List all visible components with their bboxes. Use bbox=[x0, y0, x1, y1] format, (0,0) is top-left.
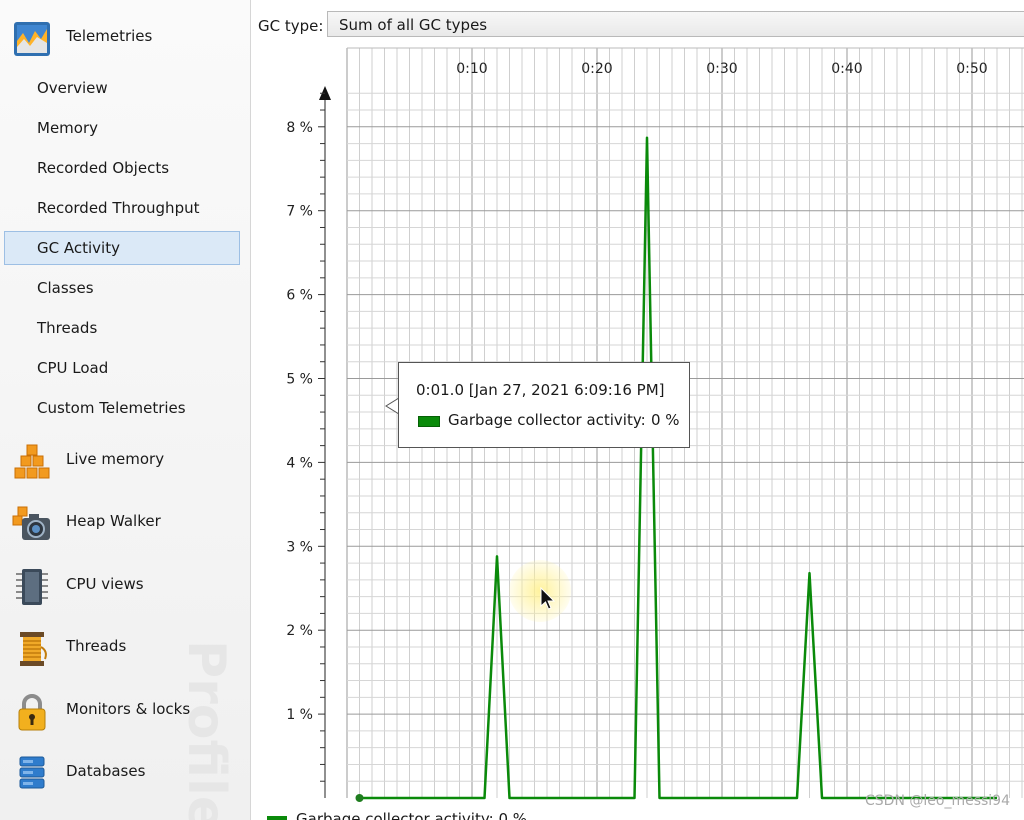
legend-label: Garbage collector activity: 0 % bbox=[296, 810, 528, 820]
y-tick-label: 3 % bbox=[286, 539, 313, 555]
tooltip-series-swatch bbox=[418, 416, 440, 427]
chart-tooltip: 0:01.0 [Jan 27, 2021 6:09:16 PM] Garbage… bbox=[398, 362, 690, 448]
y-tick-label: 8 % bbox=[286, 120, 313, 136]
tooltip-series-name: Garbage collector activity: bbox=[448, 411, 646, 429]
current-time-marker bbox=[355, 794, 364, 802]
gc-activity-line bbox=[359, 136, 997, 800]
y-tick-label: 7 % bbox=[286, 204, 313, 220]
chart-legend: Garbage collector activity: 0 % bbox=[267, 809, 667, 820]
tooltip-value: 0 % bbox=[651, 411, 680, 429]
x-tick-label: 0:10 bbox=[456, 61, 487, 77]
y-tick-label: 1 % bbox=[286, 707, 313, 723]
tooltip-time: 0:01.0 [Jan 27, 2021 6:09:16 PM] bbox=[416, 381, 665, 399]
y-tick-label: 4 % bbox=[286, 455, 313, 471]
y-tick-label: 6 % bbox=[286, 288, 313, 304]
csdn-credit: CSDN @leo_messi94 bbox=[865, 793, 1010, 809]
x-tick-label: 0:40 bbox=[831, 61, 862, 77]
y-tick-label: 5 % bbox=[286, 372, 313, 388]
x-tick-label: 0:20 bbox=[581, 61, 612, 77]
legend-swatch bbox=[267, 816, 287, 820]
y-tick-label: 2 % bbox=[286, 623, 313, 639]
x-tick-label: 0:30 bbox=[706, 61, 737, 77]
x-tick-label: 0:50 bbox=[956, 61, 987, 77]
mouse-cursor-icon bbox=[540, 587, 556, 610]
chart-series bbox=[355, 136, 997, 802]
